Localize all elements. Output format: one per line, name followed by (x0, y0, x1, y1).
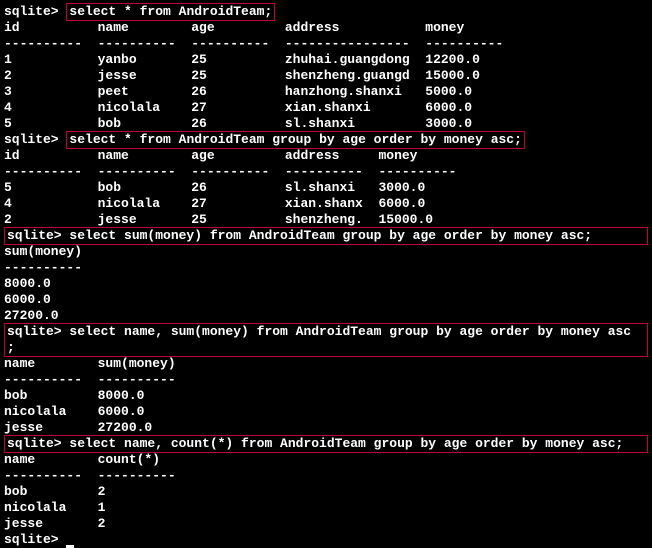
separator-2: ---------- ---------- ---------- -------… (4, 164, 648, 180)
table-row: 5 bob 26 sl.shanxi 3000.0 (4, 180, 648, 196)
table-row: 8000.0 (4, 276, 648, 292)
query-1: select * from AndroidTeam; (66, 3, 275, 21)
prompt-line-1: sqlite> select * from AndroidTeam; (4, 4, 648, 20)
table-row: 4 nicolala 27 xian.shanxi 6000.0 (4, 100, 648, 116)
sqlite-prompt: sqlite> (4, 532, 59, 547)
separator-4: ---------- ---------- (4, 372, 648, 388)
table-row: 3 peet 26 hanzhong.shanxi 5000.0 (4, 84, 648, 100)
table-row: 4 nicolala 27 xian.shanx 6000.0 (4, 196, 648, 212)
header-5: name count(*) (4, 452, 648, 468)
sqlite-prompt: sqlite> (4, 4, 59, 19)
query-3: select sum(money) from AndroidTeam group… (62, 228, 593, 243)
sqlite-prompt: sqlite> (4, 132, 59, 147)
table-row: jesse 27200.0 (4, 420, 648, 436)
table-row: 27200.0 (4, 308, 648, 324)
prompt-line-4: sqlite> select name, sum(money) from And… (7, 324, 645, 340)
header-2: id name age address money (4, 148, 648, 164)
header-4: name sum(money) (4, 356, 648, 372)
separator-5: ---------- ---------- (4, 468, 648, 484)
table-row: 1 yanbo 25 zhuhai.guangdong 12200.0 (4, 52, 648, 68)
query-5-block: sqlite> select name, count(*) from Andro… (4, 435, 648, 453)
sqlite-prompt: sqlite> (7, 324, 62, 339)
query-5: select name, count(*) from AndroidTeam g… (62, 436, 624, 451)
table-row: 6000.0 (4, 292, 648, 308)
table-row: nicolala 6000.0 (4, 404, 648, 420)
table-row: 2 jesse 25 shenzheng.guangd 15000.0 (4, 68, 648, 84)
query-4-continuation: ; (7, 340, 645, 356)
prompt-line-3: sqlite> select sum(money) from AndroidTe… (7, 228, 645, 244)
sqlite-prompt: sqlite> (7, 436, 62, 451)
table-row: 2 jesse 25 shenzheng. 15000.0 (4, 212, 648, 228)
table-row: jesse 2 (4, 516, 648, 532)
query-2: select * from AndroidTeam group by age o… (66, 131, 524, 149)
query-4-block: sqlite> select name, sum(money) from And… (4, 323, 648, 357)
prompt-line-5: sqlite> select name, count(*) from Andro… (7, 436, 645, 452)
header-3: sum(money) (4, 244, 648, 260)
table-row: nicolala 1 (4, 500, 648, 516)
sqlite-prompt: sqlite> (7, 228, 62, 243)
table-row: bob 8000.0 (4, 388, 648, 404)
prompt-line-2: sqlite> select * from AndroidTeam group … (4, 132, 648, 148)
query-4: select name, sum(money) from AndroidTeam… (62, 324, 632, 339)
query-3-block: sqlite> select sum(money) from AndroidTe… (4, 227, 648, 245)
table-row: 5 bob 26 sl.shanxi 3000.0 (4, 116, 648, 132)
header-1: id name age address money (4, 20, 648, 36)
separator-3: ---------- (4, 260, 648, 276)
prompt-line-6[interactable]: sqlite> (4, 532, 648, 548)
separator-1: ---------- ---------- ---------- -------… (4, 36, 648, 52)
table-row: bob 2 (4, 484, 648, 500)
